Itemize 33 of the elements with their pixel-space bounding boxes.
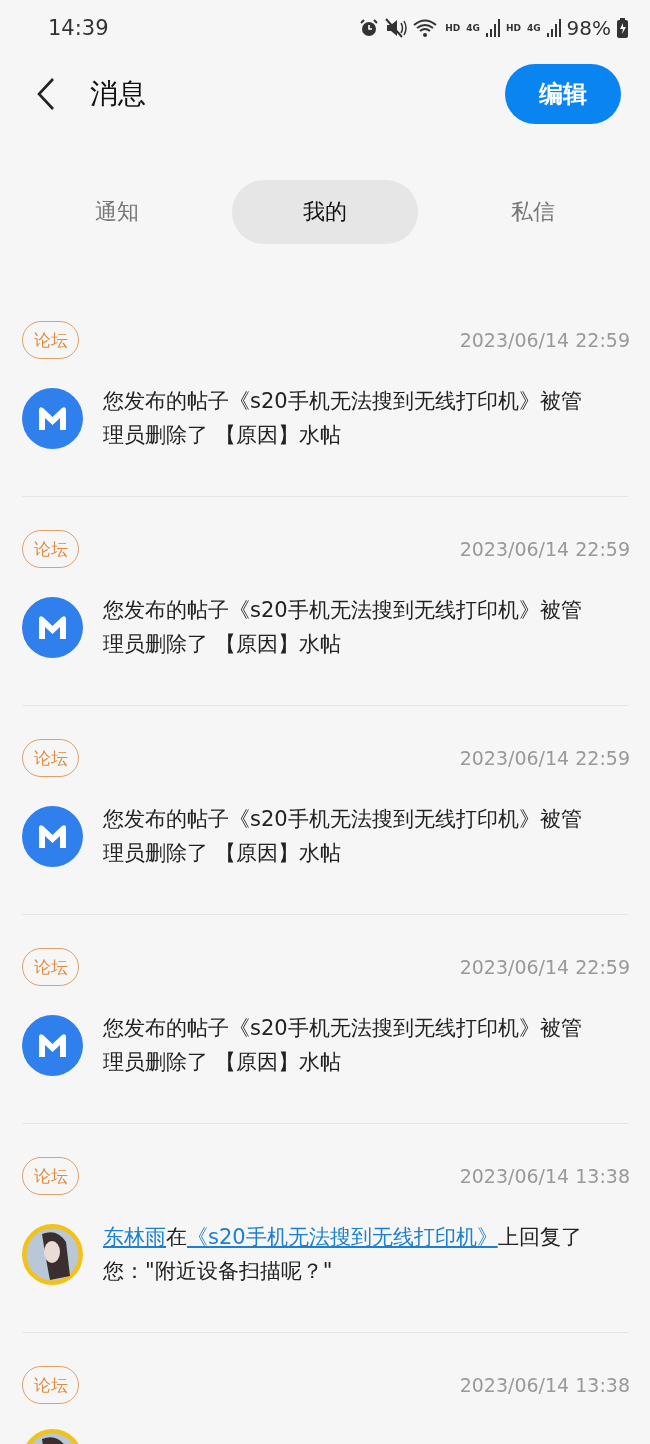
- message-text: 您发布的帖子《s20手机无法搜到无线打印机》被管理员删除了 【原因】水帖: [103, 1015, 583, 1076]
- network-type-label: 4G: [526, 23, 541, 33]
- alarm-icon: [359, 18, 380, 38]
- message-time: 2023/06/14 13:38: [459, 1374, 630, 1396]
- tab[interactable]: 通知: [24, 180, 210, 244]
- app-logo-icon: [22, 596, 83, 658]
- message-time: 2023/06/14 22:59: [459, 538, 630, 560]
- edit-button[interactable]: 编辑: [505, 64, 621, 124]
- message-link[interactable]: 《s20手机无法搜到无线打印机》: [187, 1225, 498, 1249]
- status-time: 14:39: [48, 16, 110, 40]
- message-text: 东林雨在《s20手机无法搜到无线打印机》上回复了您："附近设备扫描呢？": [103, 1224, 583, 1285]
- message-time: 2023/06/14 22:59: [459, 747, 630, 769]
- signal-icon: [485, 19, 500, 37]
- signal-icon: [546, 19, 561, 37]
- message-time: 2023/06/14 22:59: [459, 956, 630, 978]
- message-text: 您发布的帖子《s20手机无法搜到无线打印机》被管理员删除了 【原因】水帖: [103, 388, 583, 449]
- tab[interactable]: 私信: [440, 180, 626, 244]
- app-logo-icon: [22, 1014, 83, 1076]
- app-logo-icon: [22, 805, 83, 867]
- hd-label: HD: [505, 23, 521, 33]
- battery-percent: 98%: [566, 16, 611, 40]
- app-logo-icon: [22, 387, 83, 449]
- mute-icon: [385, 18, 408, 38]
- message-time: 2023/06/14 13:38: [459, 1165, 630, 1187]
- message-time: 2023/06/14 22:59: [459, 329, 630, 351]
- battery-icon: [617, 18, 628, 38]
- hd-label: HD: [445, 23, 461, 33]
- message-text: 您发布的帖子《s20手机无法搜到无线打印机》被管理员删除了 【原因】水帖: [103, 597, 583, 658]
- message-link[interactable]: 东林雨: [103, 1225, 166, 1249]
- page-title: 消息: [90, 76, 147, 112]
- network-type-label: 4G: [466, 23, 480, 33]
- tab[interactable]: 我的: [232, 180, 418, 244]
- message-text: 您发布的帖子《s20手机无法搜到无线打印机》被管理员删除了 【原因】水帖: [103, 806, 583, 867]
